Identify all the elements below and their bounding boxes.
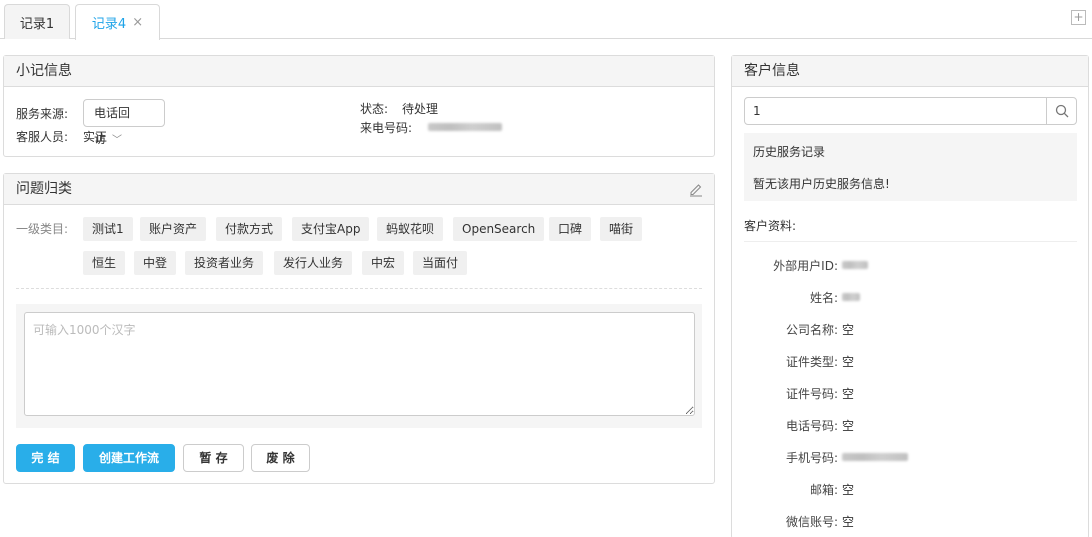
issue-category-panel: 问题归类 一级类目: 测试1 账户资产 付款方式 支付宝App 蚂蚁花呗 Ope… bbox=[3, 173, 715, 484]
category-tag[interactable]: OpenSearch bbox=[453, 217, 545, 241]
issue-category-header: 问题归类 bbox=[4, 174, 714, 205]
tab-record-4[interactable]: 记录4 × bbox=[75, 4, 160, 40]
service-source-select[interactable]: 电话回访 ﹀ bbox=[83, 99, 165, 146]
field-label: 证件号码: bbox=[785, 387, 838, 401]
field-label: 电话号码: bbox=[785, 419, 838, 433]
agent-value: 实正 bbox=[83, 130, 108, 144]
level1-category-label: 一级类目: bbox=[16, 222, 69, 236]
save-draft-button[interactable]: 暂 存 bbox=[183, 444, 244, 472]
field-value: 空 bbox=[842, 483, 855, 497]
finish-button[interactable]: 完 结 bbox=[16, 444, 75, 472]
history-title: 历史服务记录 bbox=[753, 145, 826, 159]
discard-button[interactable]: 废 除 bbox=[251, 444, 310, 472]
search-button[interactable] bbox=[1046, 98, 1076, 124]
search-icon bbox=[1055, 104, 1068, 118]
category-tag[interactable]: 当面付 bbox=[413, 251, 468, 275]
field-value: 空 bbox=[842, 419, 855, 433]
field-value: 空 bbox=[842, 387, 855, 401]
issue-category-title: 问题归类 bbox=[16, 181, 72, 197]
agent-label: 客服人员: bbox=[16, 130, 69, 144]
caller-number-label: 来电号码: bbox=[360, 121, 413, 135]
section-divider bbox=[16, 288, 702, 289]
history-empty-text: 暂无该用户历史服务信息! bbox=[753, 177, 890, 191]
field-label: 证件类型: bbox=[785, 355, 838, 369]
customer-info-panel: 客户信息 历史服务记录 暂无该用户历史服务信息! 客户资料: 外部用户ID: 姓… bbox=[731, 55, 1089, 537]
field-value bbox=[842, 449, 908, 463]
category-tag[interactable]: 蚂蚁花呗 bbox=[377, 217, 444, 241]
category-tag[interactable]: 中登 bbox=[134, 251, 177, 275]
category-tag[interactable]: 发行人业务 bbox=[274, 251, 353, 275]
field-label: 公司名称: bbox=[785, 323, 838, 337]
category-tag[interactable]: 恒生 bbox=[83, 251, 126, 275]
note-textarea[interactable] bbox=[24, 312, 695, 416]
customer-info-header: 客户信息 bbox=[732, 56, 1088, 87]
category-tag[interactable]: 测试1 bbox=[83, 217, 133, 241]
field-value bbox=[842, 257, 868, 271]
field-value bbox=[842, 289, 860, 303]
status-label: 状态: bbox=[360, 102, 389, 116]
chevron-down-icon: ﹀ bbox=[112, 135, 123, 146]
field-value: 空 bbox=[842, 355, 855, 369]
tab-label: 记录4 bbox=[91, 17, 127, 32]
note-info-header: 小记信息 bbox=[4, 56, 714, 87]
tab-record-1[interactable]: 记录1 bbox=[4, 4, 70, 39]
customer-search bbox=[744, 97, 1077, 125]
field-label: 微信账号: bbox=[785, 515, 838, 529]
caller-number-value bbox=[428, 119, 502, 133]
field-label: 手机号码: bbox=[785, 451, 838, 465]
category-tag[interactable]: 喵街 bbox=[600, 217, 643, 241]
field-label: 邮箱: bbox=[809, 483, 838, 497]
status-value: 待处理 bbox=[402, 102, 439, 116]
field-label: 姓名: bbox=[809, 291, 838, 305]
category-tag[interactable]: 付款方式 bbox=[216, 217, 283, 241]
profile-divider bbox=[744, 241, 1077, 242]
category-tag[interactable]: 中宏 bbox=[362, 251, 405, 275]
create-workflow-button[interactable]: 创建工作流 bbox=[83, 444, 175, 472]
tab-label: 记录1 bbox=[19, 16, 55, 32]
category-tag[interactable]: 口碑 bbox=[549, 217, 592, 241]
category-tag[interactable]: 账户资产 bbox=[140, 217, 207, 241]
category-tag[interactable]: 投资者业务 bbox=[185, 251, 264, 275]
close-icon[interactable]: × bbox=[132, 15, 143, 30]
customer-search-input[interactable] bbox=[745, 98, 1045, 124]
tab-bar: 记录1 记录4 × + bbox=[0, 0, 1092, 40]
note-info-panel: 小记信息 服务来源: 电话回访 ﹀ 客服人员: 实正 状态: 待处理 来电号码: bbox=[3, 55, 715, 157]
field-label: 外部用户ID: bbox=[773, 259, 838, 273]
field-value: 空 bbox=[842, 323, 855, 337]
field-value: 空 bbox=[842, 515, 855, 529]
add-tab-icon[interactable]: + bbox=[1071, 10, 1086, 25]
edit-icon[interactable] bbox=[688, 181, 704, 197]
service-source-label: 服务来源: bbox=[16, 107, 69, 121]
category-tag[interactable]: 支付宝App bbox=[292, 217, 370, 241]
profile-label: 客户资料: bbox=[744, 219, 797, 233]
